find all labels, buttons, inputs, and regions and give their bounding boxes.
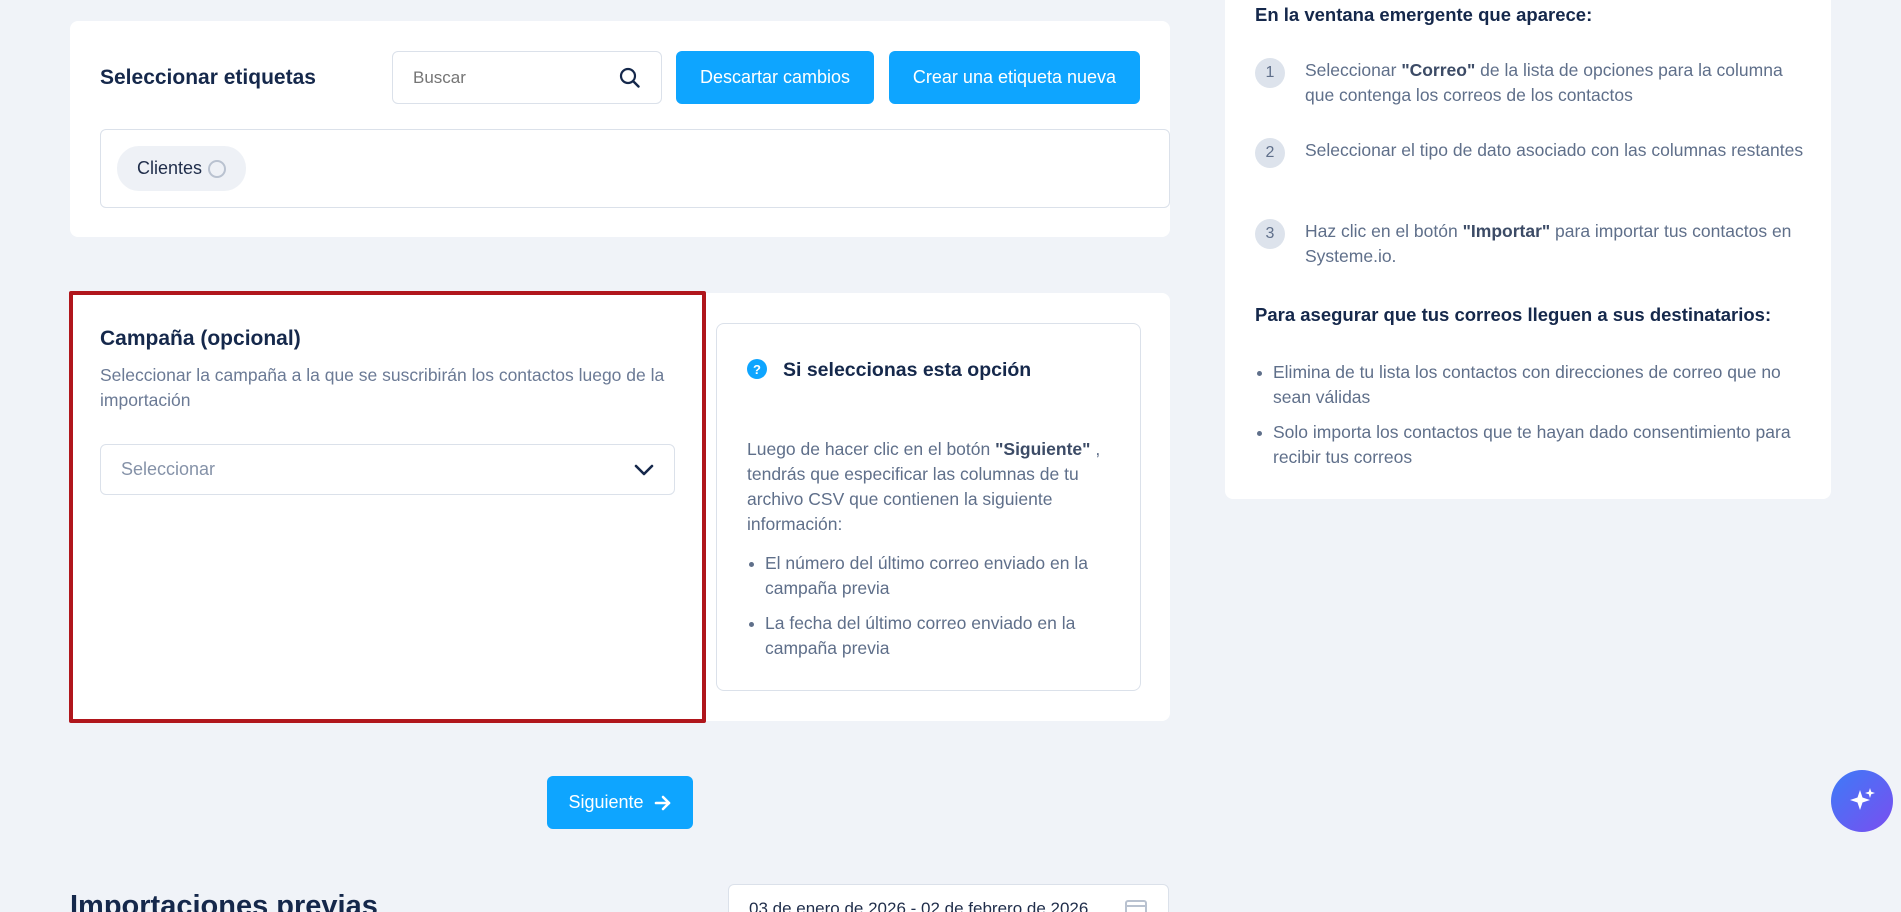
info-bullet-item: La fecha del último correo enviado en la… (747, 611, 1117, 661)
tag-search-box[interactable] (392, 51, 662, 104)
step-text: Seleccionar el tipo de dato asociado con… (1305, 140, 1804, 160)
step-item: 2 Seleccionar el tipo de dato asociado c… (1255, 138, 1805, 168)
tags-title: Seleccionar etiquetas (100, 66, 316, 89)
previous-imports-title: Importaciones previas (70, 890, 378, 912)
step-number: 3 (1255, 219, 1285, 249)
info-body-bold: "Siguiente" (995, 439, 1091, 459)
next-button[interactable]: Siguiente (547, 776, 693, 829)
step-text: Haz clic en el botón "Importar" para imp… (1305, 221, 1792, 266)
info-bullets: El número del último correo enviado en l… (747, 551, 1117, 671)
step-item: 1 Seleccionar "Correo" de la lista de op… (1255, 58, 1805, 108)
selected-tags-area[interactable]: Clientes (100, 129, 1170, 208)
step-item: 3 Haz clic en el botón "Importar" para i… (1255, 219, 1805, 269)
arrow-right-icon (654, 795, 670, 810)
tag-chip-clientes[interactable]: Clientes (117, 146, 247, 191)
info-bullet-item: El número del último correo enviado en l… (747, 551, 1117, 601)
search-icon[interactable] (619, 67, 641, 89)
delivery-bullet-item: Elimina de tu lista los contactos con di… (1255, 360, 1810, 410)
popup-title: En la ventana emergente que aparece: (1255, 4, 1593, 25)
discard-changes-button[interactable]: Descartar cambios (676, 51, 874, 104)
info-body-prefix: Luego de hacer clic en el botón (747, 439, 996, 459)
step-number: 1 (1255, 58, 1285, 88)
campaign-info-box: ? Si seleccionas esta opción Luego de ha… (716, 323, 1141, 691)
campaign-highlight-outline (69, 291, 706, 723)
tag-search-input[interactable] (413, 66, 613, 90)
tag-chip-label: Clientes (137, 158, 203, 178)
delivery-bullets: Elimina de tu lista los contactos con di… (1255, 360, 1810, 480)
date-range-value: 03 de enero de 2026 - 02 de febrero de 2… (749, 899, 1089, 912)
ai-assistant-button[interactable] (1831, 770, 1893, 832)
step-number: 2 (1255, 138, 1285, 168)
next-button-label: Siguiente (568, 792, 644, 812)
delivery-title: Para asegurar que tus correos lleguen a … (1255, 304, 1772, 325)
calendar-icon[interactable] (1124, 897, 1148, 912)
info-title: Si seleccionas esta opción (783, 359, 1032, 381)
delivery-bullet-item: Solo importa los contactos que te hayan … (1255, 420, 1810, 470)
info-body: Luego de hacer clic en el botón "Siguien… (747, 437, 1117, 537)
date-range-picker[interactable]: 03 de enero de 2026 - 02 de febrero de 2… (728, 884, 1169, 912)
sparkle-icon (1850, 788, 1875, 810)
info-icon: ? (747, 359, 767, 379)
tag-chip-radio[interactable] (208, 159, 227, 178)
step-text: Seleccionar "Correo" de la lista de opci… (1305, 60, 1783, 105)
tags-card: Seleccionar etiquetas Descartar cambios … (70, 21, 1170, 237)
create-tag-button[interactable]: Crear una etiqueta nueva (889, 51, 1140, 104)
instructions-card: En la ventana emergente que aparece: 1 S… (1225, 0, 1831, 499)
